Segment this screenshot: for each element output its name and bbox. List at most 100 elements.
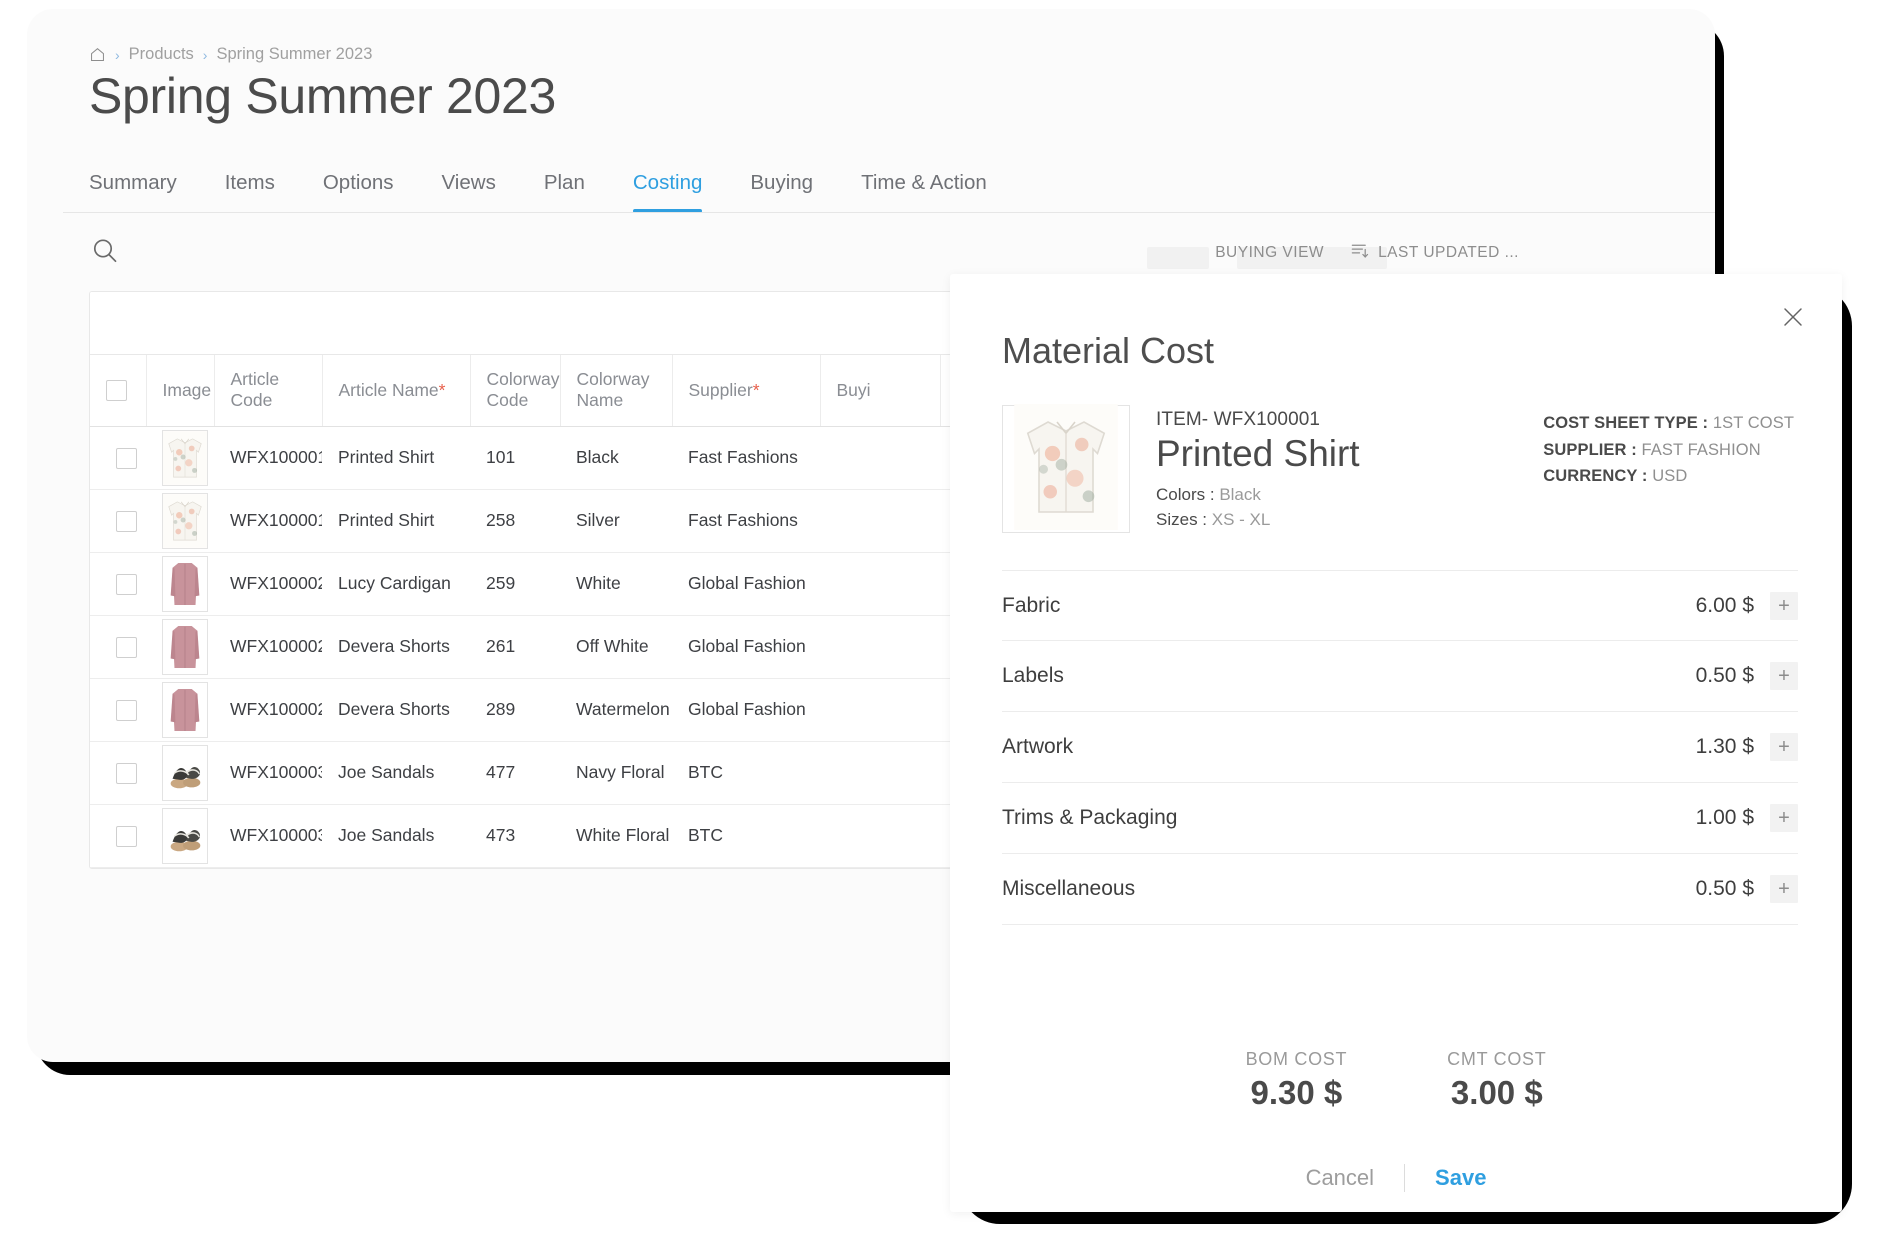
cell-image (146, 426, 214, 490)
row-checkbox[interactable] (115, 699, 137, 721)
row-checkbox[interactable] (115, 573, 137, 595)
cell-buying[interactable] (820, 741, 940, 805)
item-sizes-value: XS - XL (1211, 510, 1271, 530)
cost-line-value: 6.00 $ (1695, 593, 1754, 617)
cost-line-item[interactable]: Miscellaneous 0.50 $ + (1002, 854, 1798, 925)
tab-items[interactable]: Items (225, 171, 299, 213)
column-header-colorway-name[interactable]: Colorway Name (560, 355, 673, 427)
cell-article-name: Joe Sandals (322, 804, 470, 868)
cost-sheet-currency-value: USD (1652, 467, 1688, 486)
cost-sheet-type-label: COST SHEET TYPE : (1543, 414, 1709, 432)
row-checkbox[interactable] (115, 636, 137, 658)
plus-icon[interactable]: + (1770, 804, 1798, 832)
cell-article-name: Printed Shirt (322, 426, 470, 490)
cell-buying[interactable] (820, 615, 940, 679)
column-header-image[interactable]: Image (146, 355, 215, 427)
column-header-supplier[interactable]: Supplier* (672, 355, 821, 427)
cost-line-item[interactable]: Artwork 1.30 $ + (1002, 712, 1798, 783)
plus-icon[interactable]: + (1770, 875, 1798, 903)
select-all-checkbox[interactable] (106, 380, 127, 402)
cost-line-item[interactable]: Labels 0.50 $ + (1002, 641, 1798, 712)
cell-article-code: WFX100001 (214, 489, 322, 553)
item-code: ITEM- WFX100001 (1156, 409, 1321, 430)
cost-sheet-meta: COST SHEET TYPE : 1ST COST SUPPLIER : FA… (1543, 405, 1794, 533)
item-thumbnail (1002, 403, 1130, 535)
cell-colorway-code: 259 (470, 552, 560, 616)
cost-line-value: 0.50 $ (1695, 877, 1754, 900)
item-meta: ITEM- WFX100001 Printed Shirt Colors : B… (1156, 405, 1517, 533)
save-button[interactable]: Save (1435, 1165, 1486, 1191)
row-select-cell (90, 552, 146, 616)
buying-view-button[interactable]: BUYING VIEW (1215, 244, 1324, 262)
row-select-cell (90, 804, 146, 868)
shirt-floral-icon (1011, 403, 1121, 535)
row-checkbox[interactable] (115, 762, 137, 784)
tab-bar: Summary Items Options Views Plan Costing… (89, 159, 1035, 213)
cell-buying[interactable] (820, 678, 940, 742)
required-marker: * (438, 379, 446, 400)
cost-line-item[interactable]: Trims & Packaging 1.00 $ + (1002, 783, 1798, 854)
cell-image (146, 867, 214, 868)
cost-sheet-supplier-value: FAST FASHION (1641, 440, 1761, 459)
row-checkbox[interactable] (115, 447, 137, 469)
cancel-button[interactable]: Cancel (1306, 1165, 1374, 1191)
cell-supplier: Global Fashion (672, 552, 820, 616)
tab-buying[interactable]: Buying (750, 171, 837, 213)
cell-colorway-name: Watermelon (560, 678, 672, 742)
last-updated-label: LAST UPDATED ... (1378, 244, 1519, 261)
cell-colorway-code: 477 (470, 741, 560, 805)
row-select-cell (90, 615, 146, 679)
plus-icon[interactable]: + (1770, 662, 1798, 690)
cell-buying[interactable] (820, 426, 940, 490)
tab-plan[interactable]: Plan (544, 171, 609, 213)
column-header-colorway-code[interactable]: Colorway Code (470, 355, 561, 427)
cost-line-item[interactable]: Fabric 6.00 $ + (1002, 570, 1798, 641)
cell-buying[interactable] (820, 867, 940, 868)
breadcrumb-separator-1: › (115, 46, 120, 63)
cell-supplier: BTC (672, 804, 820, 868)
tab-time-action[interactable]: Time & Action (861, 171, 1011, 213)
column-header-buying[interactable]: Buyi (820, 355, 941, 427)
cost-line-label: Artwork (1002, 735, 1074, 758)
search-icon[interactable] (89, 235, 123, 269)
row-checkbox[interactable] (115, 510, 137, 532)
close-icon[interactable] (1776, 300, 1810, 334)
plus-icon[interactable]: + (1770, 733, 1798, 761)
plus-icon[interactable]: + (1770, 591, 1798, 620)
material-cost-dialog: Material Cost ITEM- WFX100001 Printed Sh… (950, 274, 1842, 1212)
cmt-cost: CMT COST 3.00 $ (1447, 1049, 1546, 1112)
cell-article-code: WFX100003 (214, 804, 322, 868)
cost-sheet-supplier: SUPPLIER : FAST FASHION (1543, 437, 1794, 464)
sandals-icon (162, 744, 208, 801)
column-header-article-code[interactable]: Article Code (214, 355, 323, 427)
cell-colorway-name: White Floral (560, 804, 672, 868)
cell-buying[interactable] (820, 552, 940, 616)
breadcrumb-item-products[interactable]: Products (129, 45, 194, 64)
cell-buying[interactable] (820, 489, 940, 553)
row-checkbox[interactable] (115, 825, 137, 847)
item-sizes: Sizes : XS - XL (1156, 510, 1517, 530)
breadcrumb-item-current[interactable]: Spring Summer 2023 (216, 45, 372, 64)
cmt-cost-value: 3.00 $ (1450, 1074, 1543, 1111)
cell-article-name: Joe Sandals (322, 741, 470, 805)
row-select-cell (90, 678, 146, 742)
tab-summary[interactable]: Summary (89, 171, 201, 213)
tab-views[interactable]: Views (442, 171, 520, 213)
home-icon[interactable] (89, 46, 106, 63)
cell-image (146, 741, 214, 805)
cost-sheet-currency: CURRENCY : USD (1543, 463, 1794, 490)
cell-image (146, 804, 214, 868)
cell-supplier: Fast Fashions (672, 426, 820, 490)
tab-options[interactable]: Options (323, 171, 418, 213)
column-header-article-name[interactable]: Article Name* (322, 355, 471, 427)
row-select-cell (90, 426, 146, 490)
item-colors-value: Black (1219, 485, 1261, 505)
cell-buying[interactable] (820, 804, 940, 868)
cost-sheet-currency-label: CURRENCY : (1543, 467, 1648, 486)
column-header-supplier-text: Supplier (688, 379, 753, 400)
cell-colorway-name: Off White (560, 615, 672, 679)
tab-costing[interactable]: Costing (632, 171, 727, 213)
toolbar-actions: BUYING VIEW LAST UPDATED ... (1215, 241, 1519, 265)
cost-line-label: Miscellaneous (1002, 877, 1136, 900)
last-updated-sort-button[interactable]: LAST UPDATED ... (1350, 241, 1519, 265)
